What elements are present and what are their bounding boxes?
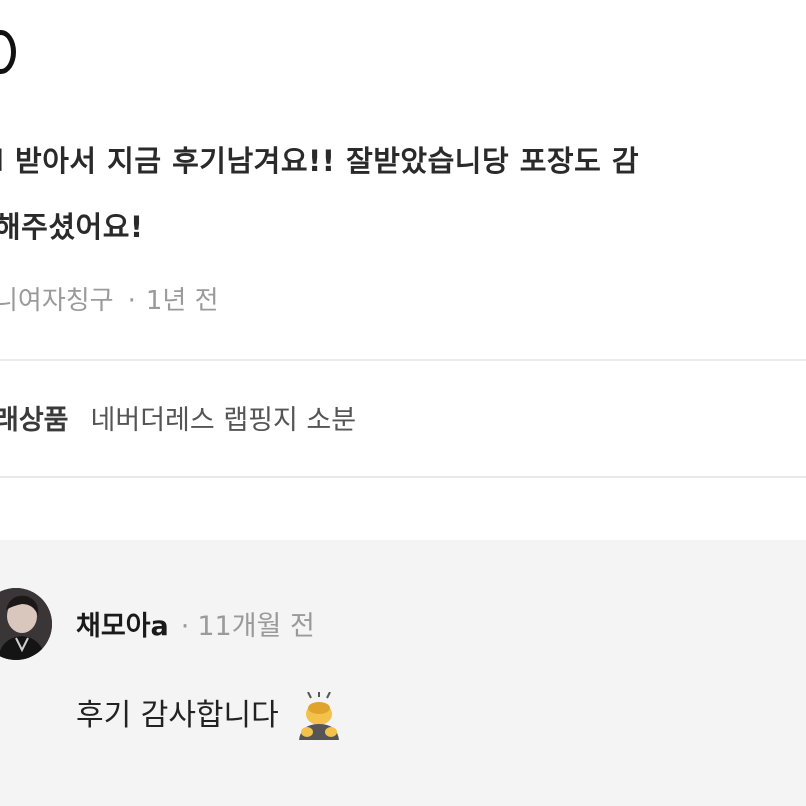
- avatar[interactable]: [0, 588, 52, 660]
- comment-time: 11개월 전: [197, 611, 315, 642]
- comment-header: 채모아a · 11개월 전: [76, 604, 315, 643]
- product-label: 래상품: [0, 405, 69, 436]
- partial-title-glyph: [0, 30, 16, 74]
- review-text-line-2: 해주셨어요!: [0, 210, 144, 244]
- seller-comment: 채모아a · 11개월 전 후기 감사합니다: [0, 540, 806, 806]
- meta-separator: ·: [127, 286, 136, 316]
- review-content: l 받아서 지금 후기남겨요!! 잘받았습니당 포장도 감 해주셨어요!: [0, 128, 639, 260]
- review-meta: 니여자칭구 · 1년 전: [0, 280, 219, 317]
- comment-body: 후기 감사합니다: [76, 690, 345, 742]
- review-author[interactable]: 니여자칭구: [0, 286, 114, 316]
- product-row[interactable]: 래상품 네버더레스 랩핑지 소분: [0, 398, 356, 437]
- review-time: 1년 전: [145, 286, 219, 316]
- avatar-image: [0, 588, 52, 660]
- meta-separator: ·: [180, 611, 190, 642]
- review-text-line-1: l 받아서 지금 후기남겨요!! 잘받았습니당 포장도 감: [0, 144, 640, 178]
- person-bowing-icon: [293, 691, 345, 742]
- comment-text: 후기 감사합니다: [76, 698, 279, 733]
- divider: [0, 476, 806, 478]
- product-name[interactable]: 네버더레스 랩핑지 소분: [91, 405, 357, 436]
- comment-author[interactable]: 채모아a: [76, 611, 169, 642]
- divider: [0, 359, 806, 361]
